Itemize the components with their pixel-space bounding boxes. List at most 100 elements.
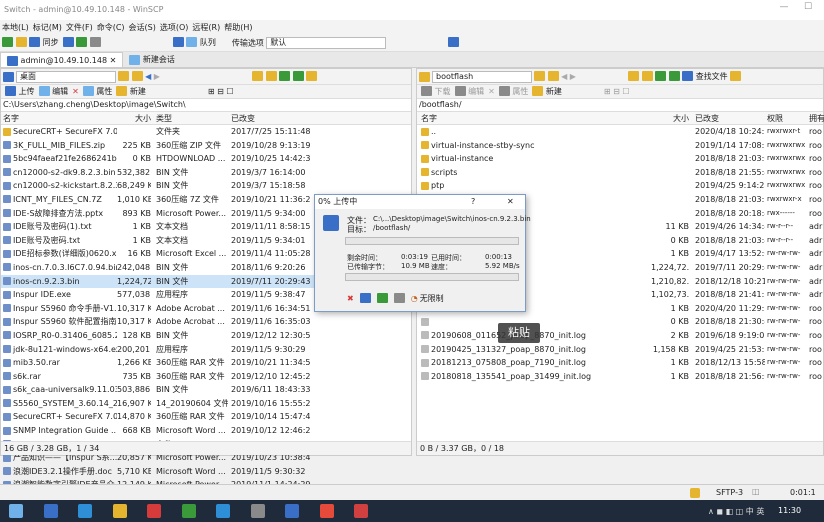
system-tray[interactable]: ∧ ◼ ◧ ◫ 中 英 (708, 506, 764, 517)
table-row[interactable]: virtual-instance 2018/8/18 21:03:06rwxrwx… (417, 152, 823, 166)
remote-edit-button[interactable]: 编辑 (454, 86, 484, 98)
local-properties-button[interactable]: 属性 (82, 86, 112, 98)
forward-icon[interactable]: ▶ (154, 72, 160, 81)
local-edit-button[interactable]: 编辑 (38, 86, 68, 98)
table-row[interactable]: .. 2020/4/18 10:24:39rwxrwxr-t roo (417, 125, 823, 139)
filter-icon[interactable] (131, 71, 143, 81)
remote-filter-mask-icon[interactable]: ☐ (622, 87, 629, 96)
minus-icon[interactable]: ⊟ (217, 87, 224, 96)
table-row[interactable]: scripts 2018/8/18 21:55:41rwxrwxrwxroo (417, 166, 823, 180)
menu-remote[interactable]: 远程(R) (192, 22, 220, 33)
spreadsheet-icon[interactable] (181, 504, 196, 518)
find-files-button[interactable]: 查找文件 (696, 72, 728, 81)
transfer-settings-icon[interactable] (393, 293, 405, 303)
close-icon[interactable]: ✕ (110, 56, 117, 65)
remote-col-name[interactable]: 名字 (421, 112, 437, 125)
chrome-icon[interactable] (319, 504, 334, 518)
parent-dir-icon[interactable] (251, 71, 263, 81)
remote-dir-select[interactable]: bootflash (432, 70, 532, 83)
home-dir-icon[interactable] (279, 71, 291, 81)
console-icon[interactable] (62, 37, 74, 47)
table-row[interactable]: 浪潮IDE3.2.1操作手册.doc 5,710 KB Microsoft Word… (1, 465, 411, 479)
remote-minus-icon[interactable]: ⊟ (613, 87, 620, 96)
menu-files[interactable]: 文件(F) (66, 22, 93, 33)
remote-plus-icon[interactable]: ⊞ (604, 87, 611, 96)
menu-session[interactable]: 会话(S) (129, 22, 156, 33)
local-col-type[interactable]: 类型 (156, 112, 172, 125)
remote-open-folder-icon[interactable] (534, 71, 545, 81)
remote-col-owner[interactable]: 拥有 (809, 112, 824, 125)
sync-icon[interactable] (29, 37, 41, 47)
table-row[interactable]: s6k.rar 735 KB 360压缩 RAR 文件 2019/12/10 12:4… (1, 370, 411, 384)
table-row[interactable]: SecureCRT+ SecureFX 7.0...14,870 KB 360压缩… (1, 410, 411, 424)
table-row[interactable]: Inspur S5960 软件配置指南...10,317 KB Adobe Acr… (1, 315, 411, 329)
remote-refresh-icon[interactable] (668, 71, 680, 81)
explorer-icon[interactable] (43, 504, 58, 518)
tab-new-session[interactable]: 新建会话 (123, 52, 181, 67)
transfer-mode-select[interactable]: 默认 (266, 36, 387, 49)
local-col-changed[interactable]: 已改变 (231, 112, 255, 125)
sync-button[interactable]: 同步 (43, 38, 59, 47)
media-icon[interactable] (354, 504, 369, 518)
table-row[interactable]: 20190608_011652_poap_8870_init.log2 KB20… (417, 329, 823, 343)
compare-icon[interactable] (2, 37, 13, 47)
table-row[interactable]: s6k_caa-universalk9.11.03...503,886 ... B… (1, 383, 411, 397)
table-row[interactable]: 3K_FULL_MIB_FILES.zip 225 KB 360压缩 ZIP 文件 2… (1, 139, 411, 153)
clock[interactable]: 11:30 (778, 506, 801, 515)
table-row[interactable]: mib3.50.rar 1,266 KB 360压缩 RAR 文件 2019/10/2… (1, 356, 411, 370)
bookmark-icon[interactable] (306, 71, 318, 81)
local-col-size[interactable]: 大小 (119, 112, 151, 125)
speed-limit-select[interactable]: 无限制 (420, 293, 444, 304)
remote-back-icon[interactable]: ◀ (561, 72, 567, 81)
table-row[interactable]: 20181213_075808_poap_7190_init.log 1 KB 20… (417, 356, 823, 370)
search-icon[interactable] (682, 71, 694, 81)
menu-local[interactable]: 本地(L) (2, 22, 29, 33)
root-dir-icon[interactable] (265, 71, 277, 81)
table-row[interactable]: jdk-8u121-windows-x64.exe200,201 ... 应用程序… (1, 343, 411, 357)
local-new-button[interactable]: 新建 (116, 86, 146, 98)
remote-filter-icon[interactable] (547, 71, 559, 81)
minimize-button[interactable]: — (774, 2, 794, 16)
remote-root-dir-icon[interactable] (641, 71, 653, 81)
remote-parent-dir-icon[interactable] (627, 71, 639, 81)
remote-col-rights[interactable]: 权限 (767, 112, 783, 125)
remote-new-button[interactable]: 新建 (532, 86, 562, 98)
table-row[interactable]: cn12000-s2-dk9.8.2.3.bin532,382 ... BIN 文… (1, 166, 411, 180)
tab-session[interactable]: admin@10.49.10.148 ✕ (0, 52, 124, 67)
remote-col-size[interactable]: 大小 (655, 112, 689, 125)
terminal-app-icon[interactable] (250, 504, 265, 518)
download-button[interactable]: 下载 (421, 86, 451, 98)
minimize-to-queue-icon[interactable] (359, 293, 371, 303)
pause-icon[interactable] (376, 293, 388, 303)
filter-mask-icon[interactable]: ☐ (226, 87, 233, 96)
browser-icon[interactable] (216, 504, 231, 518)
winscp-app-icon[interactable] (285, 504, 300, 518)
remote-path[interactable]: /bootflash/ (417, 99, 823, 112)
remote-col-changed[interactable]: 已改变 (695, 112, 719, 125)
refresh-icon[interactable] (292, 71, 304, 81)
cancel-transfer-icon[interactable]: ✖ (347, 294, 354, 303)
remote-home-dir-icon[interactable] (655, 71, 667, 81)
remote-properties-button[interactable]: 属性 (498, 86, 528, 98)
terminal-icon[interactable] (76, 37, 88, 47)
queue-icon[interactable] (172, 37, 184, 47)
plus-icon[interactable]: ⊞ (208, 87, 215, 96)
upload-button[interactable]: 上传 (5, 86, 35, 98)
new-session-icon[interactable] (448, 37, 460, 47)
table-row[interactable]: ptp 2019/4/25 9:14:28 rwxrwxrwx roo (417, 179, 823, 193)
table-row[interactable]: virtual-instance-stby-sync 2019/1/14 17:0… (417, 139, 823, 153)
table-row[interactable]: 5bc94faeaf21fe2686241b... 0 KB HTDOWNLOAD … (1, 152, 411, 166)
back-icon[interactable]: ◀ (145, 72, 151, 81)
remote-bookmark-icon[interactable] (730, 71, 742, 81)
local-delete-button[interactable]: ✕ (72, 86, 79, 98)
open-folder-icon[interactable] (118, 71, 129, 81)
help-button[interactable]: ? (471, 195, 475, 209)
table-row[interactable]: IOSRP_R0-0.31406_6085.2... 128 KB BIN 文件 20… (1, 329, 411, 343)
menu-mark[interactable]: 标记(M) (33, 22, 62, 33)
local-path[interactable]: C:\Users\zhang.cheng\Desktop\image\Switc… (1, 99, 411, 112)
table-row[interactable]: SNMP Integration Guide ... 668 KB Microsof… (1, 424, 411, 438)
menu-commands[interactable]: 命令(C) (97, 22, 125, 33)
local-col-name[interactable]: 名字 (3, 112, 19, 125)
queue-button[interactable]: 队列 (200, 38, 216, 47)
menu-options[interactable]: 选项(O) (160, 22, 189, 33)
